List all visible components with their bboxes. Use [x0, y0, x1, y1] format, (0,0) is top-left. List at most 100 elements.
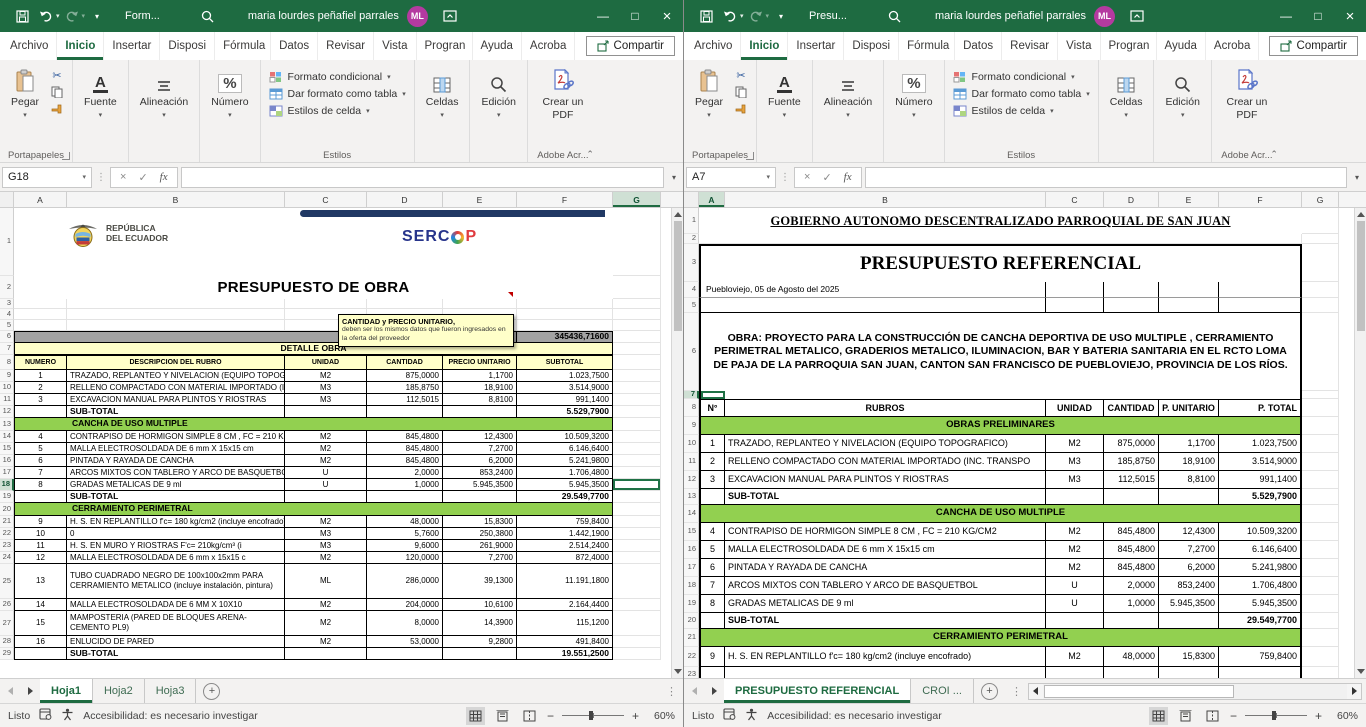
- item-unit[interactable]: M2: [285, 443, 367, 455]
- menu-tab-insertar[interactable]: Insertar: [104, 32, 160, 60]
- insert-function-icon[interactable]: fx: [844, 171, 852, 183]
- cell-styles-button[interactable]: Estilos de celda▾: [953, 105, 1090, 117]
- item-number[interactable]: 8: [699, 595, 725, 613]
- item-qty[interactable]: 53,0000: [367, 636, 443, 648]
- item-qty[interactable]: 112,5015: [1104, 471, 1159, 489]
- item-total[interactable]: 991,1400: [517, 394, 613, 406]
- item-number[interactable]: 8: [14, 479, 67, 491]
- table-header-cell[interactable]: SUBTOTAL: [517, 355, 613, 370]
- column-header-F[interactable]: F: [517, 192, 613, 207]
- item-price[interactable]: 7,2700: [443, 552, 517, 564]
- redo-caret-icon[interactable]: ▾: [766, 12, 770, 20]
- row-header[interactable]: 3: [0, 299, 14, 309]
- cell[interactable]: [443, 491, 517, 503]
- dialog-launcher-icon[interactable]: [62, 152, 70, 160]
- cell[interactable]: [1302, 234, 1339, 244]
- number-format-button[interactable]: % Número▾: [204, 64, 255, 146]
- row-header[interactable]: 8: [0, 355, 14, 370]
- cell[interactable]: [517, 320, 613, 331]
- menu-tab-datos[interactable]: Datos: [271, 32, 318, 60]
- item-description[interactable]: GRADAS METALICAS DE 9 ml: [67, 479, 285, 491]
- row-header[interactable]: 8: [684, 399, 699, 417]
- ribbon-display-options-icon[interactable]: [438, 3, 462, 29]
- item-unit[interactable]: U: [1046, 595, 1104, 613]
- item-price[interactable]: 15,8300: [443, 516, 517, 528]
- cell[interactable]: [613, 516, 661, 528]
- menu-tab-acroba[interactable]: Acroba: [1206, 32, 1259, 60]
- item-number[interactable]: 2: [699, 453, 725, 471]
- row-header[interactable]: 19: [0, 491, 14, 503]
- normal-view-icon[interactable]: [466, 707, 485, 725]
- item-unit[interactable]: U: [285, 479, 367, 491]
- menu-tab-fórmula[interactable]: Fórmula: [899, 32, 955, 60]
- row-header[interactable]: 4: [0, 309, 14, 320]
- item-description[interactable]: TUBO CUADRADO NEGRO DE 100x100x2mm PARA …: [67, 564, 285, 599]
- table-header-cell[interactable]: UNIDAD: [285, 355, 367, 370]
- item-description[interactable]: [725, 667, 1046, 678]
- item-total[interactable]: 5.945,3500: [517, 479, 613, 491]
- item-number[interactable]: 16: [14, 636, 67, 648]
- menu-tab-datos[interactable]: Datos: [955, 32, 1002, 60]
- menu-tab-inicio[interactable]: Inicio: [741, 32, 788, 60]
- item-total[interactable]: 6.146,6400: [517, 443, 613, 455]
- item-qty[interactable]: 2,0000: [367, 467, 443, 479]
- new-sheet-icon[interactable]: +: [203, 683, 220, 700]
- item-price[interactable]: 6,2000: [1159, 559, 1219, 577]
- item-number[interactable]: 15: [14, 611, 67, 636]
- item-price[interactable]: 15,8300: [1159, 647, 1219, 667]
- item-description[interactable]: 0: [67, 528, 285, 540]
- redo-icon[interactable]: [60, 3, 84, 29]
- item-price[interactable]: 12,4300: [443, 431, 517, 443]
- cell[interactable]: [613, 309, 661, 320]
- cell[interactable]: [613, 276, 661, 299]
- item-description[interactable]: EXCAVACION MANUAL PARA PLINTOS Y RIOSTRA…: [725, 471, 1046, 489]
- cell[interactable]: [14, 320, 67, 331]
- item-number[interactable]: 7: [699, 577, 725, 595]
- table-header-cell[interactable]: N°: [699, 399, 725, 417]
- ribbon-display-options-icon[interactable]: [1125, 3, 1149, 29]
- item-total[interactable]: 759,8400: [517, 516, 613, 528]
- scrollbar-thumb[interactable]: [1357, 221, 1365, 331]
- row-header[interactable]: 10: [684, 435, 699, 453]
- item-description[interactable]: ARCOS MIXTOS CON TABLERO Y ARCO DE BASQU…: [725, 577, 1046, 595]
- normal-view-icon[interactable]: [1149, 707, 1168, 725]
- menu-tab-vista[interactable]: Vista: [1058, 32, 1100, 60]
- item-description[interactable]: MALLA ELECTROSOLDADA DE 6 mm X 15x15 cm: [67, 443, 285, 455]
- item-total[interactable]: 759,8400: [1219, 647, 1302, 667]
- selected-cell[interactable]: [699, 391, 725, 399]
- user-name[interactable]: maria lourdes peñafiel parrales: [248, 10, 399, 22]
- create-pdf-button[interactable]: Crear un PDF: [532, 64, 594, 146]
- item-unit[interactable]: M2: [285, 636, 367, 648]
- cell[interactable]: [613, 648, 661, 660]
- cut-icon[interactable]: ✂: [48, 68, 66, 82]
- column-header-F[interactable]: F: [1219, 192, 1302, 207]
- sheet-tab[interactable]: PRESUPUESTO REFERENCIAL: [724, 679, 911, 703]
- row-header[interactable]: 20: [0, 503, 14, 516]
- dialog-launcher-icon[interactable]: [746, 152, 754, 160]
- cell[interactable]: [1219, 298, 1302, 313]
- scroll-up-icon[interactable]: [674, 212, 682, 217]
- date-cell[interactable]: Puebloviejo, 05 de Agosto del 2025: [699, 282, 1046, 298]
- cell[interactable]: [1104, 613, 1159, 629]
- item-total[interactable]: 115,1200: [517, 611, 613, 636]
- table-header-cell[interactable]: NUMERO: [14, 355, 67, 370]
- item-price[interactable]: 7,2700: [443, 443, 517, 455]
- font-button[interactable]: A Fuente▾: [761, 64, 808, 146]
- menu-tab-disposi[interactable]: Disposi: [160, 32, 215, 60]
- cell[interactable]: [613, 394, 661, 406]
- format-as-table-button[interactable]: Dar formato como tabla▾: [953, 88, 1090, 100]
- item-qty[interactable]: 9,6000: [367, 540, 443, 552]
- cell-styles-button[interactable]: Estilos de celda▾: [269, 105, 406, 117]
- cell[interactable]: [613, 299, 661, 309]
- macro-record-icon[interactable]: [39, 708, 52, 723]
- item-description[interactable]: H. S. EN REPLANTILLO f'c= 180 kg/cm2 (in…: [67, 516, 285, 528]
- menu-tab-revisar[interactable]: Revisar: [318, 32, 374, 60]
- item-qty[interactable]: 845,4800: [1104, 523, 1159, 541]
- paste-button[interactable]: Pegar▾: [688, 64, 730, 146]
- row-header[interactable]: 11: [0, 394, 14, 406]
- item-number[interactable]: 1: [699, 435, 725, 453]
- item-description[interactable]: PINTADA Y RAYADA DE CANCHA: [725, 559, 1046, 577]
- detail-header[interactable]: DETALLE OBRA: [14, 343, 613, 355]
- item-description[interactable]: TRAZADO, REPLANTEO Y NIVELACION (EQUIPO …: [725, 435, 1046, 453]
- row-header[interactable]: 18: [0, 479, 14, 491]
